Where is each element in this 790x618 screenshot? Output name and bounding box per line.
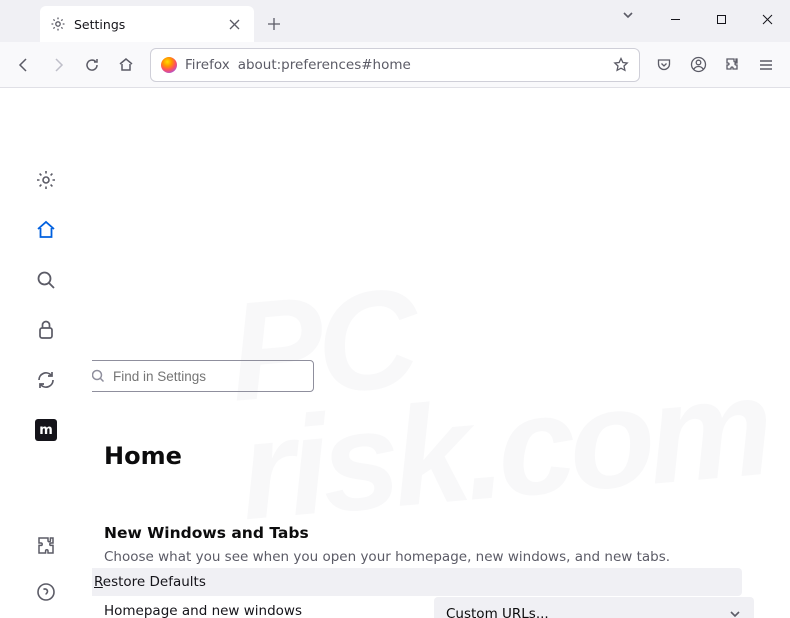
page-title: Home bbox=[104, 442, 766, 470]
mozilla-icon: m bbox=[35, 419, 57, 441]
sidebar-item-sync[interactable] bbox=[32, 366, 60, 394]
sidebar-item-help[interactable] bbox=[32, 578, 60, 606]
tabs-dropdown-icon[interactable] bbox=[621, 8, 635, 22]
section-desc-windows: Choose what you see when you open your h… bbox=[104, 548, 766, 567]
titlebar: Settings bbox=[0, 0, 790, 42]
gear-icon bbox=[50, 16, 66, 32]
sidebar-item-privacy[interactable] bbox=[32, 316, 60, 344]
sidebar-item-general[interactable] bbox=[32, 166, 60, 194]
section-heading-windows: New Windows and Tabs bbox=[104, 524, 766, 542]
window-controls bbox=[652, 0, 790, 42]
pocket-icon[interactable] bbox=[648, 49, 680, 81]
reload-button[interactable] bbox=[76, 49, 108, 81]
close-window-button[interactable] bbox=[744, 4, 790, 34]
sidebar-item-home[interactable] bbox=[32, 216, 60, 244]
sidebar-item-search[interactable] bbox=[32, 266, 60, 294]
nav-toolbar: Firefox about:preferences#home bbox=[0, 42, 790, 88]
browser-tab[interactable]: Settings bbox=[40, 6, 254, 42]
homepage-select[interactable]: Custom URLs... bbox=[434, 597, 754, 618]
tab-label: Settings bbox=[74, 17, 216, 32]
back-button[interactable] bbox=[8, 49, 40, 81]
settings-search[interactable] bbox=[92, 360, 314, 392]
maximize-button[interactable] bbox=[698, 4, 744, 34]
menu-button[interactable] bbox=[750, 49, 782, 81]
forward-button[interactable] bbox=[42, 49, 74, 81]
settings-main: PCrisk.com Home Restore Defaults New Win… bbox=[92, 88, 790, 618]
label-homepage: Homepage and new windows bbox=[104, 597, 434, 618]
home-button[interactable] bbox=[110, 49, 142, 81]
url-path: about:preferences#home bbox=[238, 57, 605, 73]
url-prefix: Firefox bbox=[185, 57, 230, 73]
firefox-logo-icon bbox=[161, 57, 177, 73]
extensions-icon[interactable] bbox=[716, 49, 748, 81]
chevron-down-icon bbox=[728, 607, 742, 618]
settings-sidebar: m bbox=[0, 88, 92, 618]
sidebar-item-addons[interactable] bbox=[32, 532, 60, 560]
close-icon[interactable] bbox=[224, 14, 244, 34]
star-icon[interactable] bbox=[613, 57, 629, 73]
settings-search-input[interactable] bbox=[113, 369, 303, 384]
url-bar[interactable]: Firefox about:preferences#home bbox=[150, 48, 640, 82]
sidebar-item-more[interactable]: m bbox=[32, 416, 60, 444]
content: m PCrisk.com Home Restore Defaults New W… bbox=[0, 88, 790, 618]
new-tab-button[interactable] bbox=[258, 8, 290, 40]
account-icon[interactable] bbox=[682, 49, 714, 81]
minimize-button[interactable] bbox=[652, 4, 698, 34]
restore-defaults-button[interactable]: Restore Defaults bbox=[92, 568, 742, 596]
